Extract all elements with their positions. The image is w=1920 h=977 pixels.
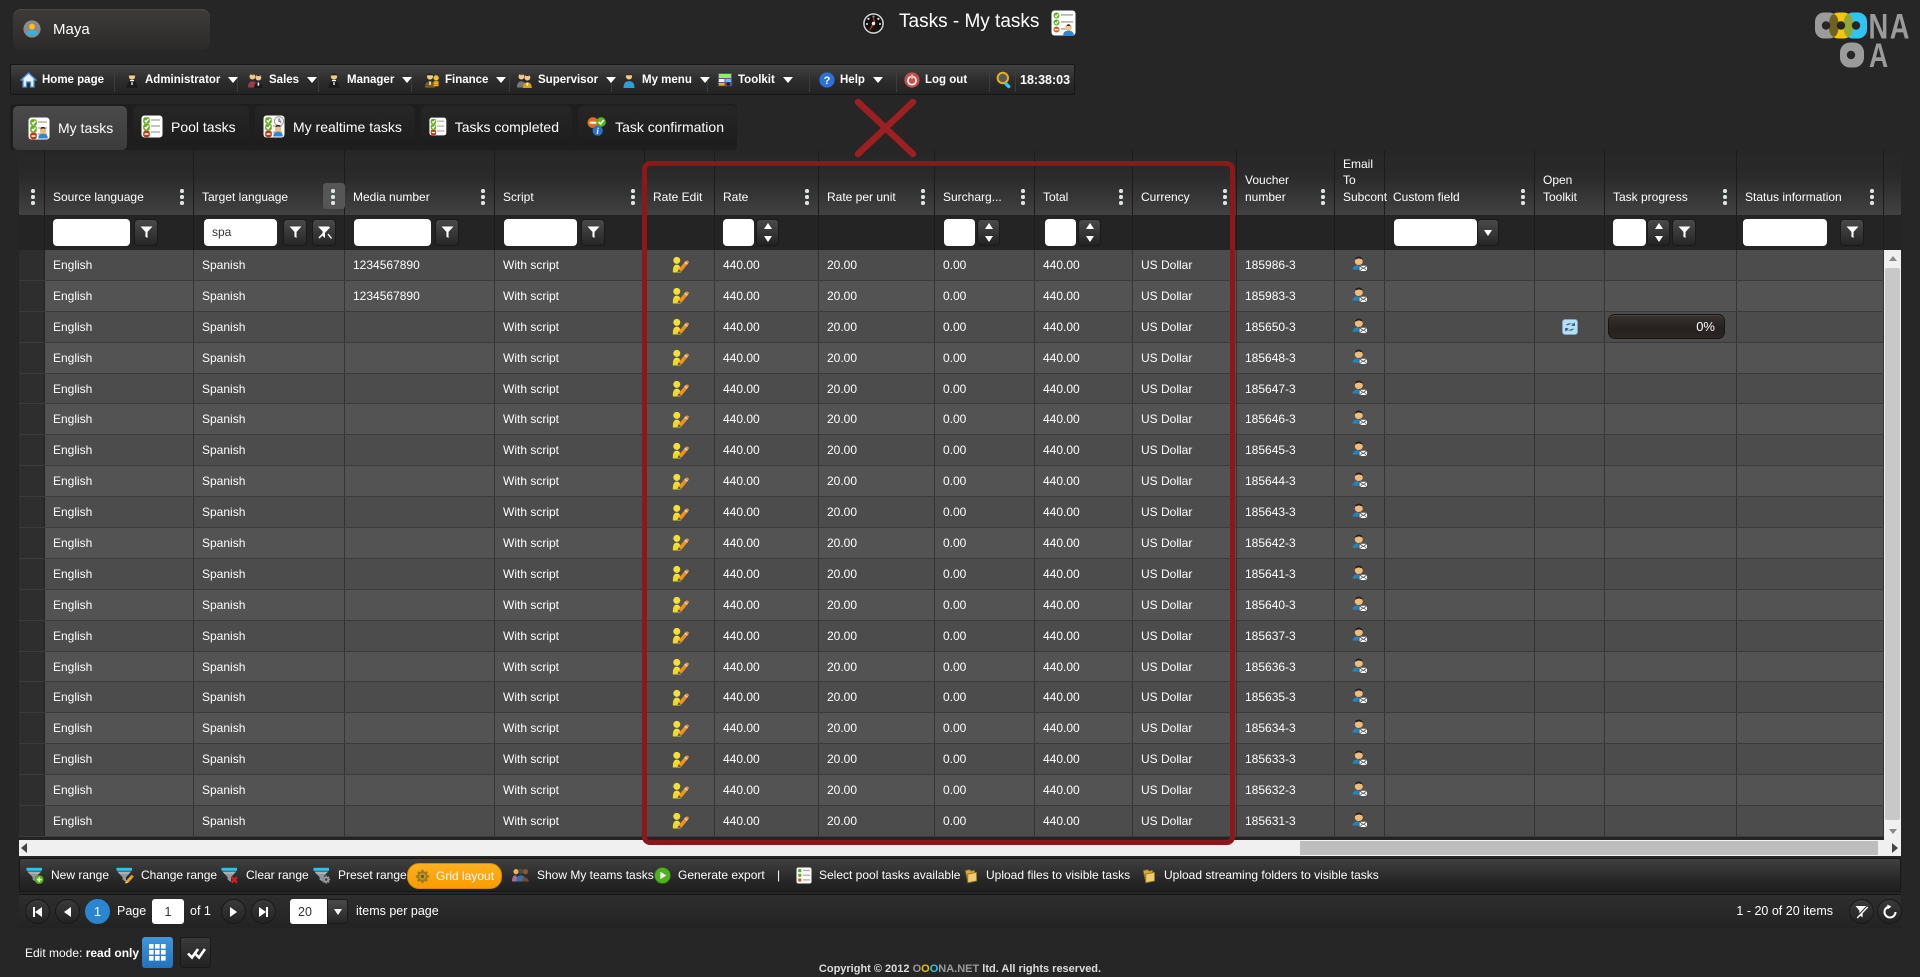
svg-text:?: ? bbox=[824, 75, 831, 87]
svg-text:A: A bbox=[1869, 37, 1888, 75]
